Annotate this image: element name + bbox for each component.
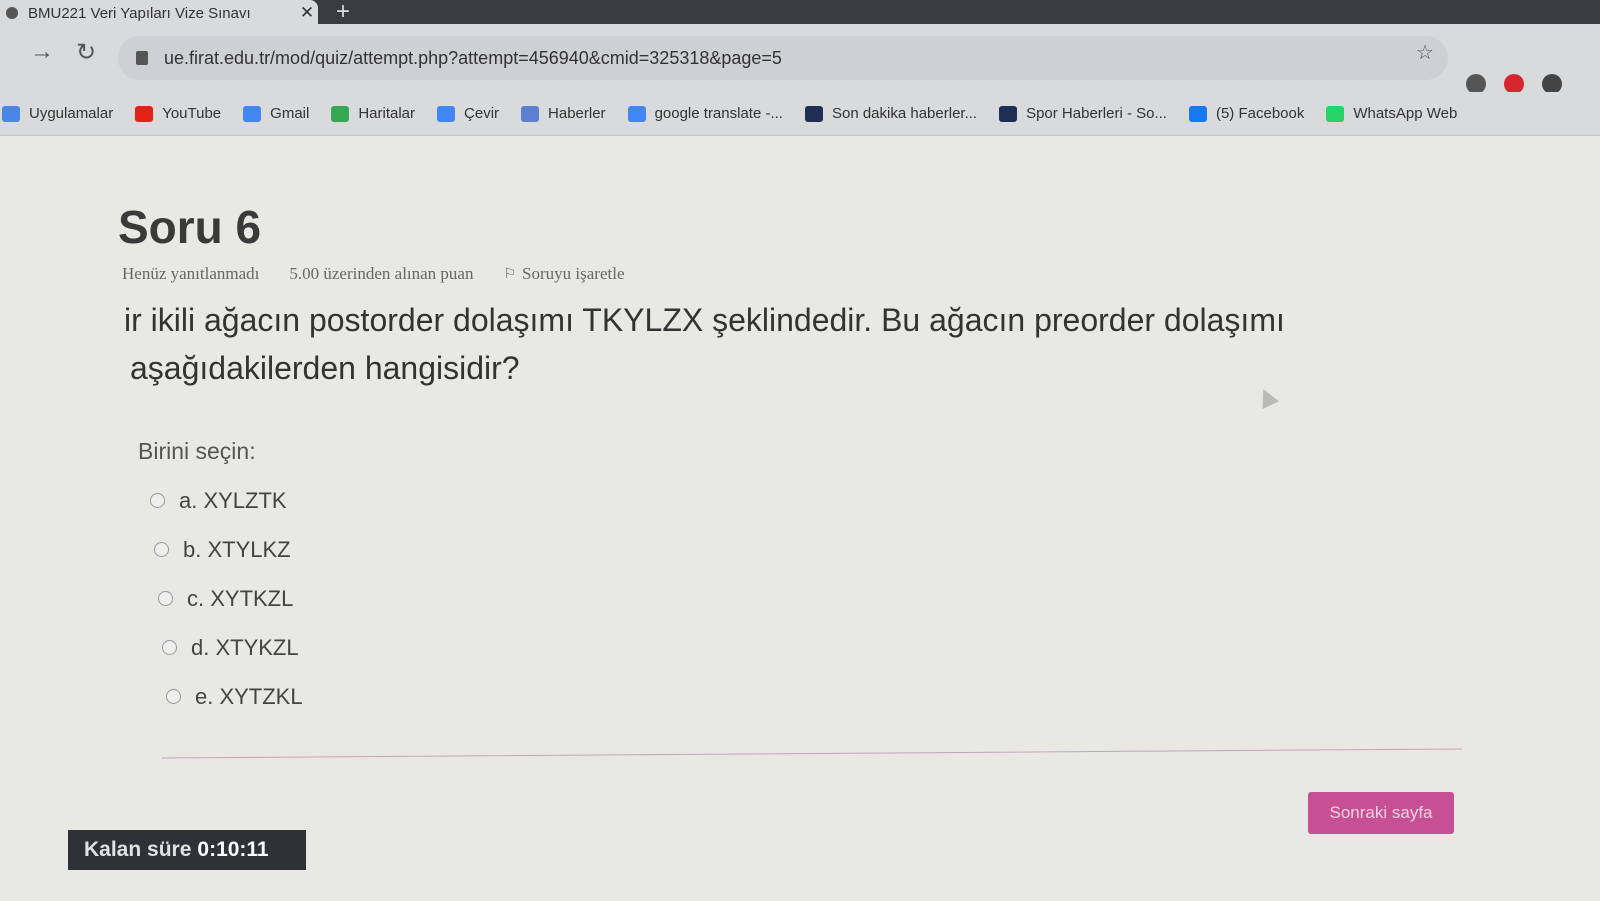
question-text-line: ir ikili ağacın postorder dolaşımı TKYLZ…: [124, 302, 1285, 338]
quiz-page: Soru 6 Henüz yanıtlanmadı 5.00 üzerinden…: [0, 136, 1600, 901]
lock-icon: [136, 51, 148, 65]
news-site-icon: [804, 105, 823, 122]
bookmark-label: Gmail: [270, 105, 310, 122]
option-label[interactable]: c. XYTKZL: [187, 586, 293, 612]
tab-strip: BMU221 Veri Yapıları Vize Sınavı ✕ +: [0, 0, 1600, 26]
browser-tab[interactable]: BMU221 Veri Yapıları Vize Sınavı ✕: [0, 0, 318, 26]
news-site-icon: [999, 105, 1018, 122]
browser-toolbar: → ↻ ue.firat.edu.tr/mod/quiz/attempt.php…: [0, 24, 1600, 92]
apps-grid-icon: [2, 105, 20, 122]
radio-button[interactable]: [166, 689, 181, 704]
forward-icon[interactable]: →: [30, 38, 54, 66]
divider: [162, 748, 1462, 759]
question-title: Soru 6: [118, 201, 262, 253]
bookmark-label: google translate -...: [654, 105, 783, 122]
bookmark-item[interactable]: Çevir: [437, 105, 499, 122]
bookmark-star-icon[interactable]: ☆: [1416, 40, 1434, 65]
bookmark-item[interactable]: google translate -...: [627, 105, 783, 122]
news-icon: [521, 105, 540, 122]
option-label[interactable]: d. XTYKZL: [191, 635, 299, 661]
radio-button[interactable]: [150, 493, 165, 508]
answer-option[interactable]: c. XYTKZL: [150, 574, 303, 623]
option-label[interactable]: b. XTYLKZ: [183, 537, 291, 563]
question-status: Henüz yanıtlanmadı: [122, 264, 260, 283]
bookmark-label: Çevir: [464, 105, 500, 122]
bookmark-label: (5) Facebook: [1215, 105, 1305, 122]
question-info: Henüz yanıtlanmadı 5.00 üzerinden alınan…: [122, 264, 625, 284]
radio-button[interactable]: [162, 640, 177, 655]
time-remaining-block: Kalan süre 0:10:11: [68, 830, 306, 870]
flag-label: Soruyu işaretle: [522, 264, 625, 283]
bookmark-item[interactable]: Spor Haberleri - So...: [999, 105, 1167, 122]
new-tab-button[interactable]: +: [336, 0, 350, 26]
facebook-icon: [1188, 105, 1207, 122]
answer-option[interactable]: e. XYTZKL: [150, 672, 303, 721]
bookmark-item[interactable]: Gmail: [243, 105, 309, 122]
site-favicon-icon: [6, 7, 18, 19]
url-text: ue.firat.edu.tr/mod/quiz/attempt.php?att…: [164, 47, 782, 68]
answer-option[interactable]: b. XTYLKZ: [150, 525, 303, 574]
timer-value: 0:10:11: [197, 838, 269, 861]
address-bar[interactable]: ue.firat.edu.tr/mod/quiz/attempt.php?att…: [118, 36, 1448, 80]
bookmarks-bar: Uygulamalar YouTube Gmail Haritalar Çevir Hab…: [0, 92, 1600, 136]
radio-button[interactable]: [154, 542, 169, 557]
extension-icon[interactable]: [1504, 74, 1524, 94]
extension-icon[interactable]: [1466, 74, 1486, 94]
translate-icon: [437, 105, 456, 122]
bookmark-item[interactable]: YouTube: [135, 105, 221, 122]
question-text: ir ikili ağacın postorder dolaşımı TKYLZ…: [124, 296, 1324, 392]
tab-title: BMU221 Veri Yapıları Vize Sınavı: [28, 4, 251, 22]
answer-prompt: Birini seçin:: [138, 438, 256, 464]
bookmark-label: YouTube: [162, 105, 222, 122]
timer-label: Kalan süre: [84, 838, 192, 861]
bookmark-label: WhatsApp Web: [1353, 105, 1458, 122]
bookmark-label: Spor Haberleri - So...: [1026, 105, 1167, 122]
question-text-line: aşağıdakilerden hangisidir?: [130, 350, 520, 386]
flag-icon: ⚐: [503, 266, 517, 282]
flag-question-link[interactable]: ⚐ Soruyu işaretle: [503, 264, 624, 284]
whatsapp-icon: [1326, 105, 1345, 122]
bookmark-label: Uygulamalar: [29, 105, 114, 122]
option-label[interactable]: a. XYLZTK: [179, 488, 287, 514]
youtube-icon: [135, 105, 154, 122]
google-icon: [243, 105, 262, 122]
bookmark-item[interactable]: WhatsApp Web: [1326, 105, 1457, 122]
bookmark-label: Son dakika haberler...: [831, 105, 978, 122]
bookmark-item[interactable]: Haberler: [521, 105, 606, 122]
bookmark-item[interactable]: (5) Facebook: [1188, 105, 1305, 122]
radio-button[interactable]: [158, 591, 173, 606]
next-page-button[interactable]: Sonraki sayfa: [1308, 792, 1454, 834]
close-tab-icon[interactable]: ✕: [296, 3, 318, 23]
bookmark-label: Haberler: [548, 105, 606, 122]
reload-icon[interactable]: ↻: [76, 38, 96, 67]
question-points: 5.00 üzerinden alınan puan: [289, 264, 474, 283]
google-icon: [627, 105, 646, 122]
answer-option[interactable]: d. XTYKZL: [150, 623, 303, 672]
answer-options: a. XYLZTK b. XTYLKZ c. XYTKZL d. XTYKZL …: [150, 476, 303, 721]
bookmark-label: Haritalar: [358, 105, 416, 122]
maps-icon: [331, 105, 350, 122]
answer-option[interactable]: a. XYLZTK: [150, 476, 303, 525]
option-label[interactable]: e. XYTZKL: [195, 684, 303, 710]
bookmark-item[interactable]: Uygulamalar: [2, 105, 113, 122]
bookmark-item[interactable]: Haritalar: [331, 105, 415, 122]
extensions-puzzle-icon[interactable]: [1542, 74, 1562, 94]
bookmark-item[interactable]: Son dakika haberler...: [804, 105, 978, 122]
